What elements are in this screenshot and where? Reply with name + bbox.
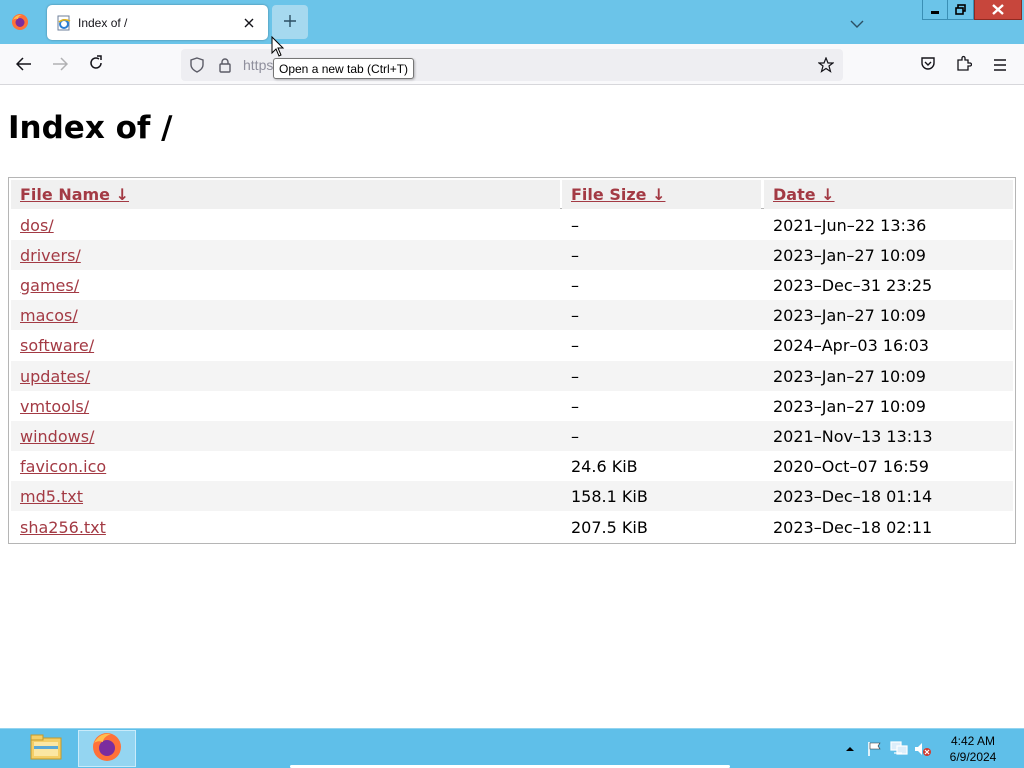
file-link[interactable]: updates/ [20,367,90,386]
file-explorer-icon [29,733,63,765]
table-row: windows/ – 2021–Nov–13 13:13 [11,421,1013,451]
file-explorer-button[interactable] [17,730,75,767]
navigation-toolbar: https: [0,44,1024,85]
speaker-muted-icon[interactable] [913,739,933,759]
shield-icon[interactable] [187,55,207,75]
file-size: – [571,426,579,446]
action-center-flag-icon[interactable] [865,739,885,759]
puzzle-icon [956,55,973,75]
chevron-down-icon [850,13,864,32]
file-link[interactable]: windows/ [20,427,94,446]
table-header: File Name ↓ File Size ↓ Date ↓ [11,180,1013,209]
lock-icon[interactable] [215,55,235,75]
restore-icon [955,0,966,19]
table-row: software/ – 2024–Apr–03 16:03 [11,330,1013,360]
table-row: vmtools/ – 2023–Jan–27 10:09 [11,391,1013,421]
window-close-button[interactable] [974,0,1022,20]
tray-overflow-icon[interactable] [843,739,857,759]
file-size: – [571,275,579,295]
pocket-icon [920,56,936,75]
clock-time: 4:42 AM [950,734,996,748]
reload-button[interactable] [81,50,111,80]
sort-by-name-link[interactable]: File Name ↓ [20,185,129,204]
star-icon[interactable] [816,55,836,75]
table-row: games/ – 2023–Dec–31 23:25 [11,270,1013,300]
list-all-tabs-button[interactable] [846,12,868,32]
sort-by-date-link[interactable]: Date ↓ [773,185,835,204]
clock-date: 6/9/2024 [949,750,997,764]
file-date: 2023–Jan–27 10:09 [773,366,926,386]
file-size: – [571,215,579,235]
table-row: favicon.ico 24.6 KiB 2020–Oct–07 16:59 [11,451,1013,481]
restore-button[interactable] [948,0,974,20]
table-row: sha256.txt 207.5 KiB 2023–Dec–18 02:11 [11,512,1013,542]
file-link[interactable]: vmtools/ [20,397,89,416]
file-link[interactable]: dos/ [20,216,54,235]
close-icon[interactable] [239,13,259,33]
file-size: – [571,366,579,386]
file-size: 158.1 KiB [571,486,648,506]
column-header-date: Date ↓ [764,180,1013,209]
firefox-taskbar-button[interactable] [78,730,136,767]
file-date: 2023–Jan–27 10:09 [773,305,926,325]
minimize-icon [930,0,940,19]
column-header-file-name: File Name ↓ [11,180,560,209]
file-size: – [571,305,579,325]
new-tab-button[interactable] [272,5,308,39]
forward-button[interactable] [45,50,75,80]
tab-title: Index of / [78,15,128,30]
mouse-cursor-icon [271,35,285,62]
table-row: updates/ – 2023–Jan–27 10:09 [11,361,1013,391]
file-link[interactable]: macos/ [20,306,78,325]
sort-by-size-link[interactable]: File Size ↓ [571,185,665,204]
file-date: 2021–Nov–13 13:13 [773,426,933,446]
table-row: md5.txt 158.1 KiB 2023–Dec–18 01:14 [11,481,1013,511]
table-row: dos/ – 2021–Jun–22 13:36 [11,210,1013,240]
file-date: 2023–Dec–31 23:25 [773,275,933,295]
file-date: 2023–Dec–18 01:14 [773,486,933,506]
firefox-icon[interactable] [6,8,34,36]
tab-strip: Index of / [0,0,1024,44]
ie-page-icon [56,15,72,31]
table-row: macos/ – 2023–Jan–27 10:09 [11,300,1013,330]
minimize-button[interactable] [922,0,948,20]
taskbar: 4:42 AM 6/9/2024 [0,728,1024,768]
file-size: – [571,245,579,265]
new-tab-tooltip: Open a new tab (Ctrl+T) [273,58,415,79]
file-size: – [571,335,579,355]
file-size: 207.5 KiB [571,517,648,537]
file-date: 2021–Jun–22 13:36 [773,215,927,235]
extensions-button[interactable] [949,50,979,80]
close-icon [992,0,1004,19]
network-icon[interactable] [889,739,909,759]
file-date: 2023–Dec–18 02:11 [773,517,933,537]
page-title: Index of / [8,110,173,146]
firefox-icon [91,731,123,767]
plus-icon [283,13,297,32]
file-date: 2023–Jan–27 10:09 [773,396,926,416]
file-date: 2023–Jan–27 10:09 [773,245,926,265]
file-link[interactable]: sha256.txt [20,518,106,537]
hamburger-menu-icon [993,56,1007,75]
file-link[interactable]: drivers/ [20,246,81,265]
file-size: – [571,396,579,416]
table-row: drivers/ – 2023–Jan–27 10:09 [11,240,1013,270]
file-date: 2020–Oct–07 16:59 [773,456,929,476]
back-arrow-icon [15,56,32,75]
column-header-file-size: File Size ↓ [562,180,761,209]
pocket-button[interactable] [913,50,943,80]
file-listing-table: File Name ↓ File Size ↓ Date ↓ dos/ – 20… [8,177,1016,544]
reload-icon [88,55,104,75]
app-menu-button[interactable] [985,50,1015,80]
tab-index[interactable]: Index of / [47,5,268,40]
file-date: 2024–Apr–03 16:03 [773,335,929,355]
file-link[interactable]: games/ [20,276,79,295]
file-link[interactable]: md5.txt [20,487,83,506]
back-button[interactable] [9,50,39,80]
file-link[interactable]: software/ [20,336,94,355]
file-link[interactable]: favicon.ico [20,457,106,476]
taskbar-clock[interactable]: 4:42 AM 6/9/2024 [940,733,1006,765]
forward-arrow-icon [52,56,69,75]
file-size: 24.6 KiB [571,456,638,476]
